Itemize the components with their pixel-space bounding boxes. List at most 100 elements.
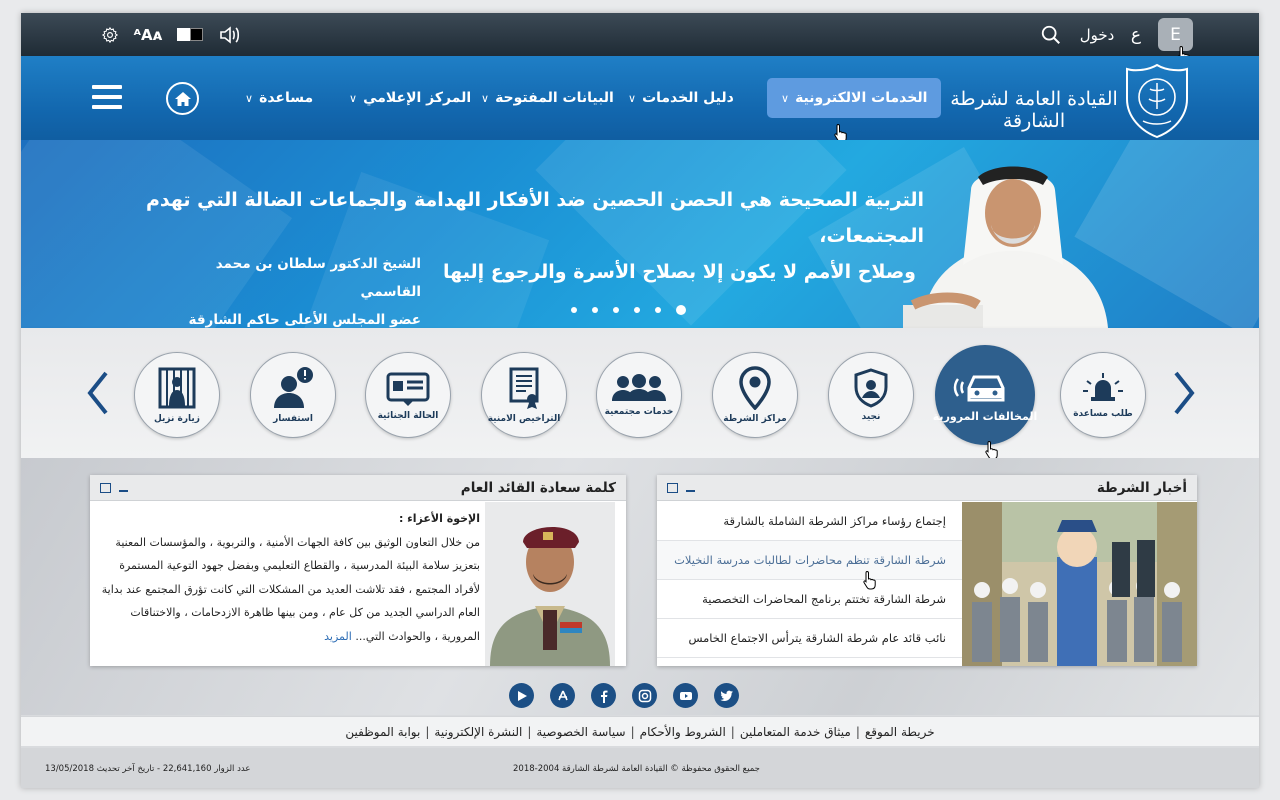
service-police-stations[interactable]: مراكز الشرطة [712,352,798,438]
chevron-down-icon: ∨ [781,91,790,105]
login-link[interactable]: دخول [1077,13,1117,56]
footer-link-terms[interactable]: الشروط والأحكام [640,725,726,739]
hand-cursor-icon [985,440,998,460]
news-item[interactable]: نائب قائد عام شرطة الشارقة يترأس الاجتما… [657,619,962,658]
hero-attribution: الشيخ الدكتور سلطان بن محمد القاسمي عضو … [188,256,421,328]
menu-icon[interactable] [92,85,122,109]
news-list: إجتماع رؤساء مراكز الشرطة الشاملة بالشار… [657,502,962,658]
shield-icon [854,368,888,408]
nav-item-media-center[interactable]: المركز الإعلامي ∨ [349,78,471,118]
greeting-text: الإخوة الأعزاء : [398,512,480,525]
footer-link-sitemap[interactable]: خريطة الموقع [865,725,935,739]
hero-banner[interactable]: التربية الصحيحة هي الحصن الحصين ضد الأفك… [21,140,1259,328]
service-najeed[interactable]: نجيد [828,352,914,438]
slider-dot-active[interactable] [676,305,686,315]
search-icon[interactable] [1038,13,1064,56]
message-body: من خلال التعاون الوثيق بين كافة الجهات ا… [101,535,480,643]
footer-bottom: عدد الزوار 22,641,160 - تاريخ آخر تحديث … [21,748,1259,788]
chevron-down-icon: ∨ [628,91,637,105]
footer-link-customer-charter[interactable]: ميثاق خدمة المتعاملين [740,725,851,739]
carousel-next-arrow[interactable] [1169,368,1199,418]
hand-cursor-icon [863,570,876,590]
footer-link-newsletter[interactable]: النشرة الإلكترونية [434,725,522,739]
chevron-down-icon: ∨ [481,91,490,105]
nav-item-help[interactable]: مساعدة ∨ [245,78,313,118]
panel-title: كلمة سعادة القائد العام [460,479,616,496]
chief-message: الإخوة الأعزاء : من خلال التعاون الوثيق … [100,507,480,648]
slider-dots[interactable] [571,305,686,315]
maximize-icon[interactable] [100,482,111,493]
home-icon[interactable] [166,82,199,115]
sound-icon[interactable] [217,13,243,56]
chevron-down-icon: ∨ [349,91,358,105]
facebook-icon[interactable] [591,683,616,708]
minimize-icon[interactable] [686,489,695,492]
service-inquiry[interactable]: استفسار [250,352,336,438]
page-frame: ᴬAᴀ دخول ع E مساعدة ∨ المركز الإعلامي ∨ ال… [21,13,1259,788]
slider-dot[interactable] [634,307,640,313]
news-item[interactable]: إجتماع رؤساء مراكز الشرطة الشاملة بالشار… [657,502,962,541]
main-navigation: مساعدة ∨ المركز الإعلامي ∨ البيانات المفتو… [21,56,1259,152]
slider-dot[interactable] [571,307,577,313]
settings-icon[interactable] [99,13,121,56]
app-store-icon[interactable] [550,683,575,708]
car-icon [953,375,1005,401]
service-inmate-visit[interactable]: زيارة نزيل [134,352,220,438]
id-card-icon [386,372,430,406]
service-traffic-fines[interactable]: المخالفات المرورية [933,345,1037,445]
services-carousel: طلب مساعدة المخالفات المرورية نجيد مراكز… [21,328,1259,460]
separator: | [527,724,532,739]
utility-bar: ᴬAᴀ دخول ع E [21,13,1259,65]
footer-link-employee-portal[interactable]: بوابة الموظفين [345,725,420,739]
chevron-down-icon: ∨ [245,91,254,105]
news-item[interactable]: شرطة الشارقة تنظم محاضرات لطالبات مدرسة … [657,541,962,580]
inquiry-icon [274,367,313,408]
chief-word-panel: كلمة سعادة القائد العام الإخوة الأعزاء :… [90,475,626,666]
read-more-link[interactable]: المزيد [324,630,352,643]
jail-icon [158,367,196,409]
slider-dot[interactable] [655,307,661,313]
separator: | [730,724,735,739]
separator: | [630,724,635,739]
service-criminal-status[interactable]: الحالة الجنائية [365,352,451,438]
separator: | [425,724,430,739]
news-photo[interactable] [962,502,1197,666]
service-community[interactable]: خدمات مجتمعية [596,352,682,438]
panel-title: أخبار الشرطة [1096,479,1187,496]
panel-header: أخبار الشرطة [657,475,1197,501]
footer-link-privacy[interactable]: سياسة الخصوصية [536,725,625,739]
carousel-prev-arrow[interactable] [83,368,113,418]
youtube-icon[interactable] [673,683,698,708]
text-size-icon[interactable]: ᴬAᴀ [134,13,163,56]
location-pin-icon [739,366,771,410]
copyright-text: جميع الحقوق محفوظة © القيادة العامة لشرط… [513,764,760,774]
minimize-icon[interactable] [119,489,128,492]
logo-text[interactable]: القيادة العامة لشرطة الشارقة [949,88,1119,132]
police-emblem-logo[interactable] [1123,63,1191,139]
nav-item-services-guide[interactable]: دليل الخدمات ∨ [628,78,734,118]
social-links [509,683,739,708]
community-icon [612,374,666,401]
arabic-language-link[interactable]: ع [1127,13,1145,56]
service-help-request[interactable]: طلب مساعدة [1060,352,1146,438]
contrast-icon[interactable] [175,13,205,56]
nav-item-e-services[interactable]: الخدمات الالكترونية ∨ [767,78,942,118]
google-play-icon[interactable] [509,683,534,708]
slider-dot[interactable] [613,307,619,313]
maximize-icon[interactable] [667,482,678,493]
commander-photo [485,502,615,666]
news-item[interactable]: شرطة الشارقة تختتم برنامج المحاضرات التخ… [657,580,962,619]
slider-dot[interactable] [592,307,598,313]
certificate-icon [509,367,539,409]
instagram-icon[interactable] [632,683,657,708]
footer-links: خريطة الموقع | ميثاق خدمة المتعاملين | ا… [21,716,1259,746]
police-news-panel: أخبار الشرطة إجتماع رؤساء مراكز الشرطة ا… [657,475,1197,666]
visitor-counter: عدد الزوار 22,641,160 - تاريخ آخر تحديث … [45,764,251,774]
panel-header: كلمة سعادة القائد العام [90,475,626,501]
ruler-portrait-image [903,166,1108,328]
twitter-icon[interactable] [714,683,739,708]
alarm-icon [1083,373,1123,401]
service-security-licenses[interactable]: التراخيص الامنية [481,352,567,438]
separator: | [855,724,860,739]
nav-item-open-data[interactable]: البيانات المفتوحة ∨ [481,78,614,118]
